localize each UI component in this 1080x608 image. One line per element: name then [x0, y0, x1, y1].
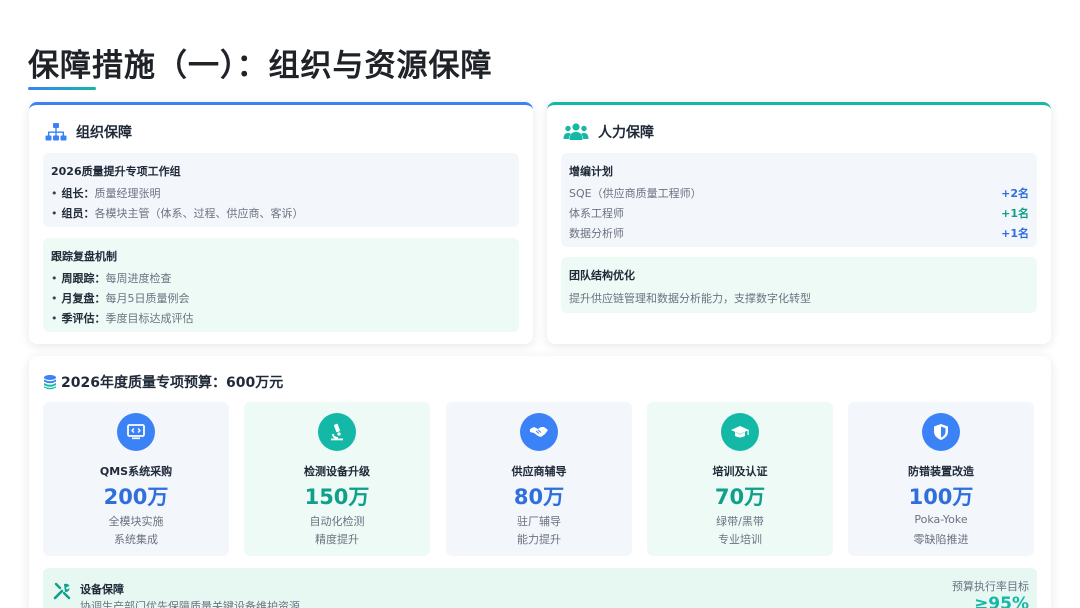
staffing-plan-box: 增编计划 SQE（供应商质量工程师） +2名 体系工程师 +1名 数据分析师 +…: [561, 153, 1037, 247]
budget-item-desc: 专业培训: [718, 533, 762, 546]
budget-item-desc: 全模块实施: [108, 515, 164, 528]
budget-item-amount: 80万: [513, 485, 565, 509]
budget-item-amount: 70万: [714, 485, 766, 509]
budget-item-desc: 精度提升: [315, 533, 359, 546]
budget-item-name: QMS系统采购: [99, 465, 173, 478]
list-item: • 月复盘：每月5日质量例会: [51, 292, 190, 305]
org-chart-icon: [45, 122, 67, 142]
list-item: • 组长：质量经理张明: [51, 187, 161, 200]
org-guarantee-card: 组织保障 2026质量提升专项工作组 • 组长：质量经理张明 • 组员：各模块主管（…: [29, 102, 533, 344]
list-item: • 周跟踪：每周进度检查: [51, 272, 172, 285]
budget-item-desc: 能力提升: [517, 533, 561, 546]
table-row: 数据分析师 +1名: [569, 227, 1029, 240]
budget-item-qms: QMS系统采购 200万 全模块实施 系统集成: [43, 402, 229, 556]
execution-rate-value: ≥95%: [974, 594, 1029, 608]
hr-card-title: 人力保障: [598, 125, 654, 141]
budget-item-amount: 150万: [304, 485, 370, 509]
table-row: SQE（供应商质量工程师） +2名: [569, 187, 1029, 200]
review-title: 跟踪复盘机制: [51, 250, 117, 263]
title-underline: [28, 87, 96, 90]
org-card-header: 组织保障: [45, 122, 132, 142]
team-structure-box: 团队结构优化 提升供应链管理和数据分析能力，支撑数字化转型: [561, 257, 1037, 313]
graduation-cap-icon: [721, 413, 759, 451]
team-structure-desc: 提升供应链管理和数据分析能力，支撑数字化转型: [569, 292, 811, 305]
equipment-guarantee-box: 设备保障 协调生产部门优先保障质量关键设备维护资源 预算执行率目标 ≥95%: [43, 568, 1037, 608]
budget-item-desc: Poka-Yoke: [914, 513, 968, 526]
budget-item-supplier: 供应商辅导 80万 驻厂辅导 能力提升: [446, 402, 632, 556]
list-item: • 季评估：季度目标达成评估: [51, 312, 194, 325]
budget-item-amount: 100万: [908, 485, 974, 509]
shield-icon: [922, 413, 960, 451]
budget-item-desc: 驻厂辅导: [517, 515, 561, 528]
equipment-desc: 协调生产部门优先保障质量关键设备维护资源: [80, 600, 300, 608]
budget-item-inspection: 检测设备升级 150万 自动化检测 精度提升: [244, 402, 430, 556]
hr-card-header: 人力保障: [563, 122, 654, 142]
budget-item-name: 供应商辅导: [511, 465, 567, 478]
handshake-icon: [520, 413, 558, 451]
workgroup-box: 2026质量提升专项工作组 • 组长：质量经理张明 • 组员：各模块主管（体系、过程…: [43, 153, 519, 227]
execution-rate-label: 预算执行率目标: [952, 580, 1029, 593]
list-item: • 组员：各模块主管（体系、过程、供应商、客诉）: [51, 207, 304, 220]
budget-item-name: 防错装置改造: [908, 465, 974, 478]
table-row: 体系工程师 +1名: [569, 207, 1029, 220]
hr-guarantee-card: 人力保障 增编计划 SQE（供应商质量工程师） +2名 体系工程师 +1名 数据…: [547, 102, 1051, 344]
budget-item-poka-yoke: 防错装置改造 100万 Poka-Yoke 零缺陷推进: [848, 402, 1034, 556]
workgroup-title: 2026质量提升专项工作组: [51, 165, 181, 178]
budget-header: 2026年度质量专项预算：600万元: [43, 372, 283, 392]
budget-item-desc: 系统集成: [114, 533, 158, 546]
budget-title: 2026年度质量专项预算：600万元: [61, 375, 284, 391]
team-structure-title: 团队结构优化: [569, 269, 635, 282]
budget-card: 2026年度质量专项预算：600万元 QMS系统采购 200万 全模块实施 系统…: [29, 356, 1051, 608]
budget-item-name: 检测设备升级: [304, 465, 370, 478]
page-title: 保障措施（一）：组织与资源保障: [28, 48, 493, 84]
staffing-plan-title: 增编计划: [569, 165, 613, 178]
org-card-title: 组织保障: [76, 125, 132, 141]
budget-item-amount: 200万: [103, 485, 169, 509]
microscope-icon: [318, 413, 356, 451]
budget-item-desc: 绿带/黑带: [716, 515, 764, 528]
budget-item-name: 培训及认证: [712, 465, 768, 478]
tools-icon: [53, 582, 71, 604]
budget-item-desc: 自动化检测: [309, 515, 365, 528]
budget-item-desc: 零缺陷推进: [913, 533, 969, 546]
coins-icon: [43, 374, 57, 390]
users-icon: [563, 122, 589, 142]
review-mechanism-box: 跟踪复盘机制 • 周跟踪：每周进度检查 • 月复盘：每月5日质量例会 • 季评估：季度…: [43, 238, 519, 332]
equipment-title: 设备保障: [80, 583, 124, 596]
monitor-code-icon: [117, 413, 155, 451]
budget-item-training: 培训及认证 70万 绿带/黑带 专业培训: [647, 402, 833, 556]
